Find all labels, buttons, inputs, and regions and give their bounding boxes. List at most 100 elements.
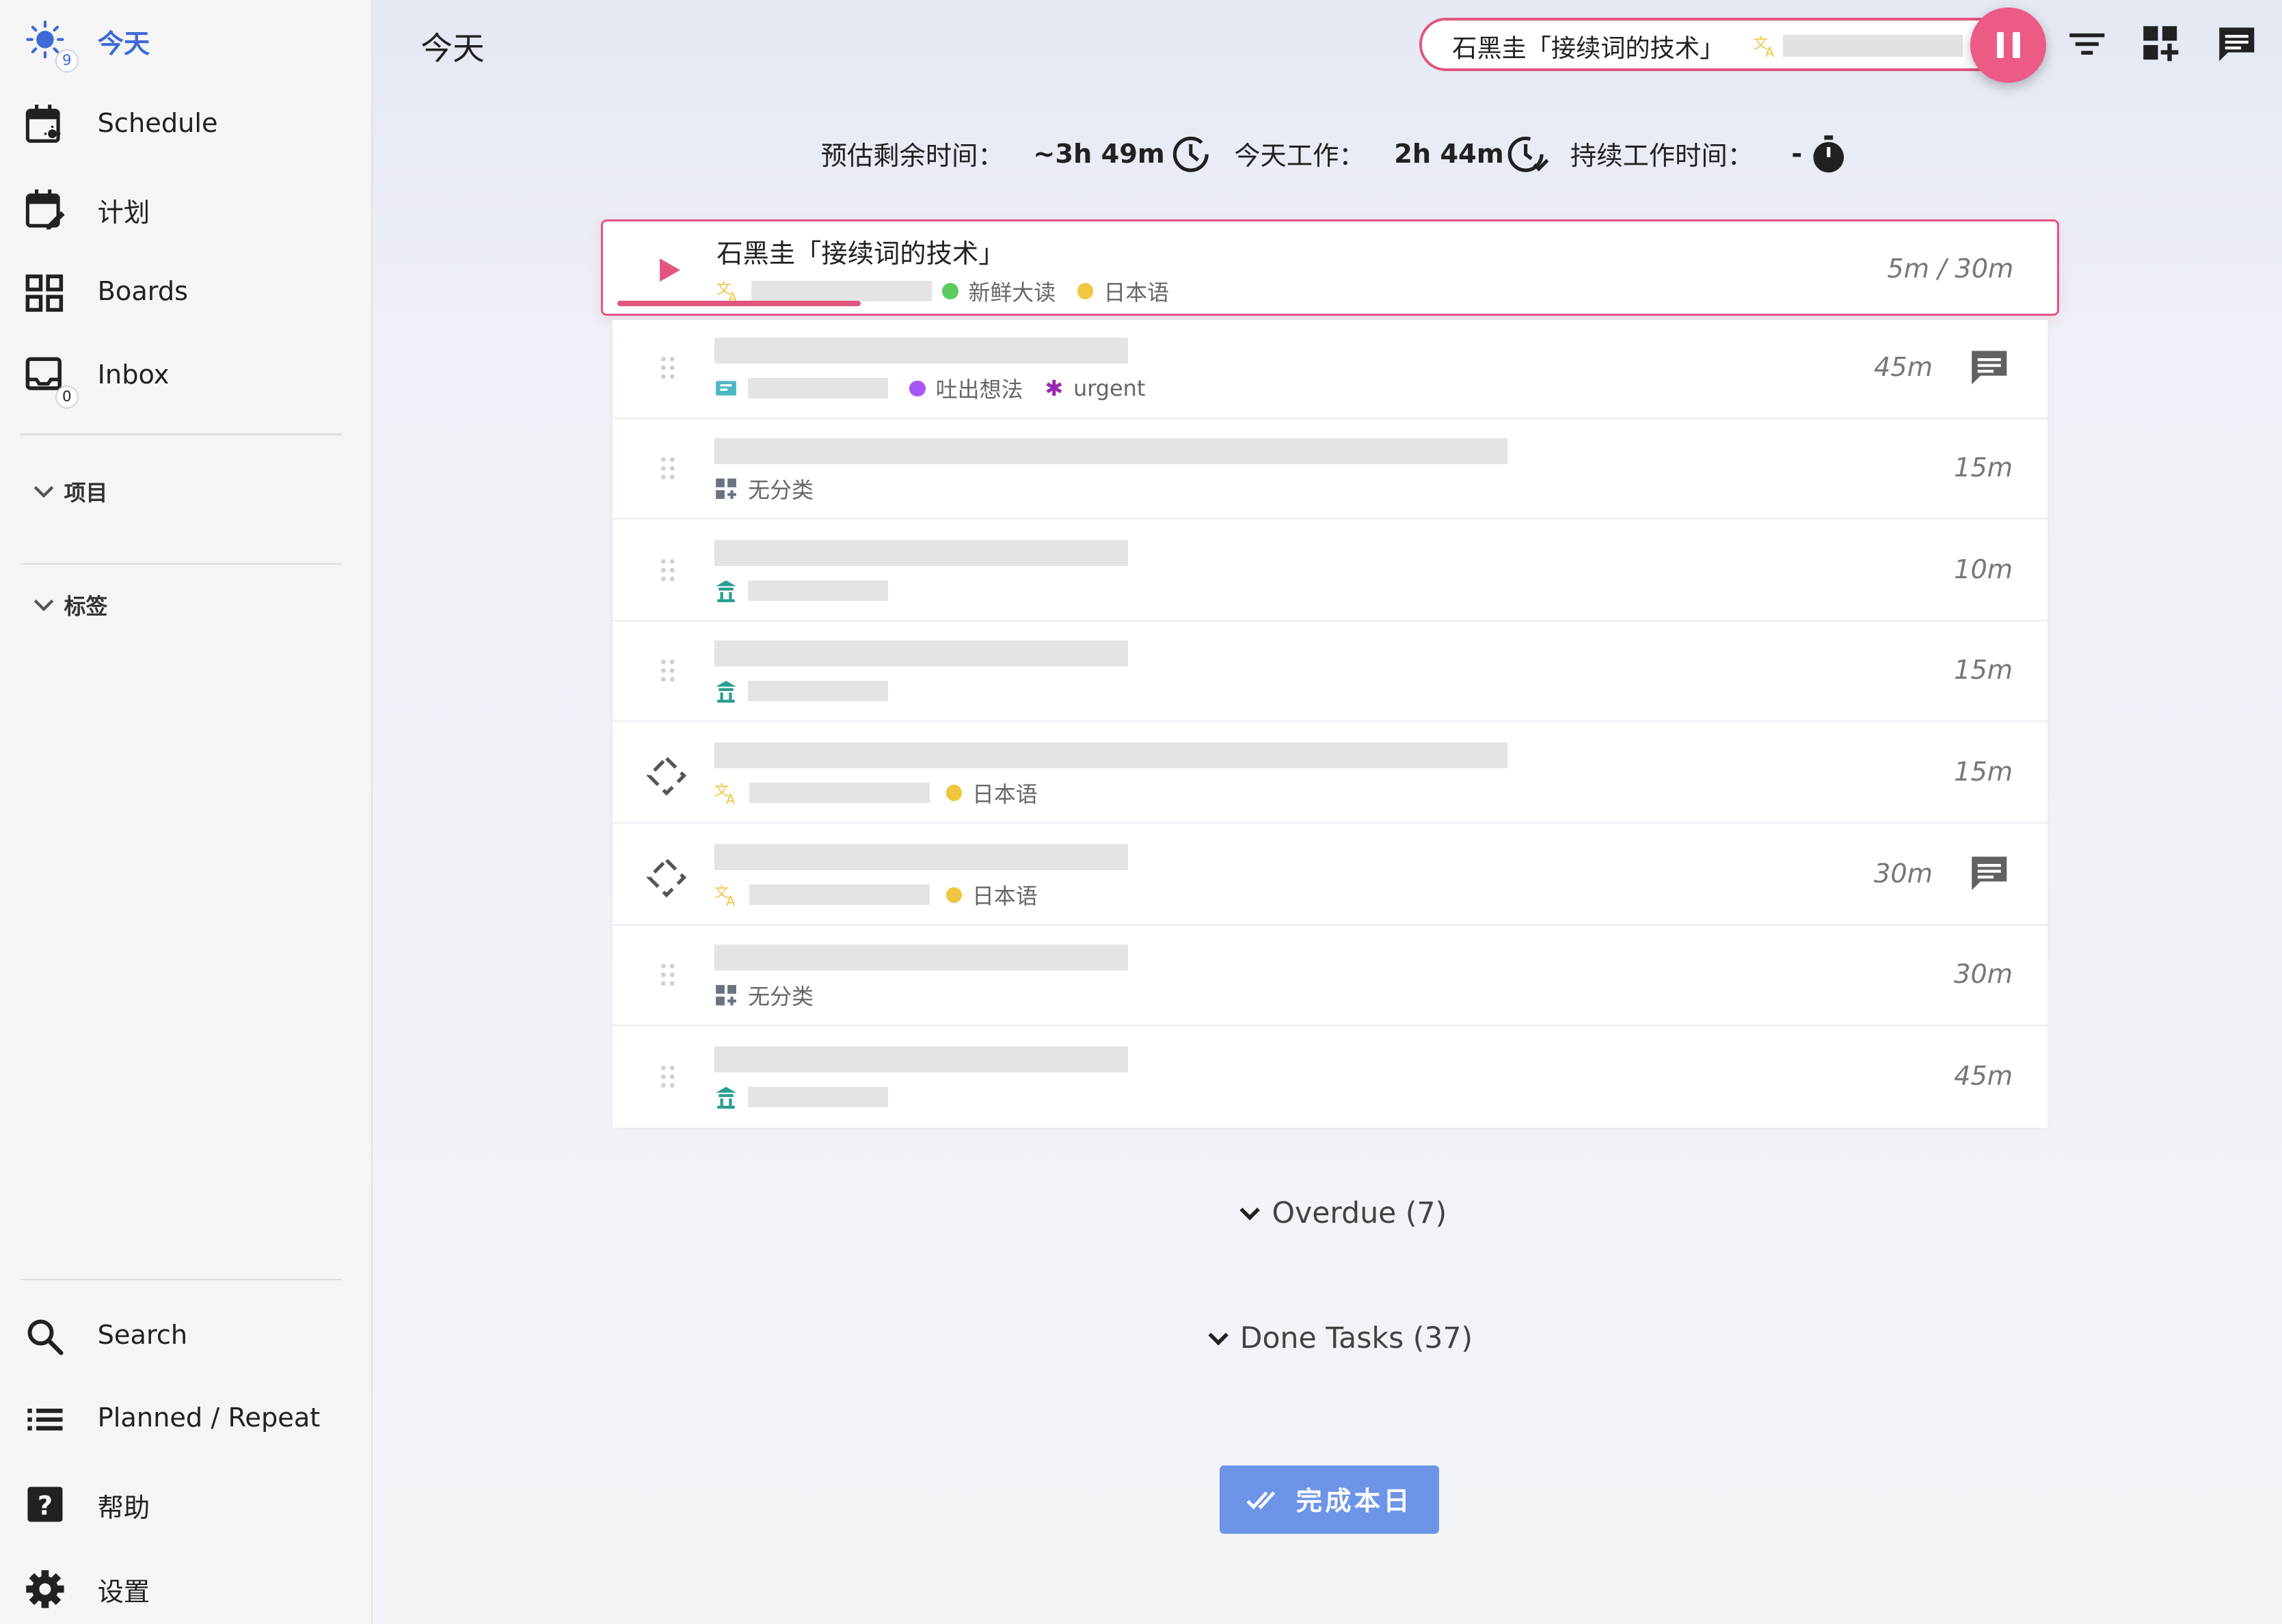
uncategorized-icon (716, 478, 737, 500)
drag-handle-icon[interactable] (659, 557, 677, 583)
project-label (749, 884, 930, 906)
drag-handle-icon[interactable] (659, 658, 677, 684)
note-icon[interactable] (1969, 852, 2010, 893)
current-task-row[interactable]: 石黑圭「接续词的技术」 文 A 新鲜大读 日本语 5m / 30m (601, 219, 2060, 316)
sidebar-item-settings[interactable]: 设置 (0, 1558, 373, 1616)
remaining-time-stat: 预估剩余时间： ~3h 49m (821, 134, 1211, 175)
worked-today-stat: 今天工作： 2h 44m (1234, 134, 1551, 175)
double-check-icon (1246, 1491, 1276, 1509)
done-tasks-toggle[interactable]: Done Tasks (37) (1205, 1321, 1473, 1355)
tag-label: urgent (1073, 375, 1146, 402)
task-time: 15m (1954, 756, 2013, 787)
tag-dot (1077, 283, 1094, 299)
tag-dot (909, 380, 926, 397)
tag-label: 日本语 (1103, 280, 1170, 306)
drag-handle-icon[interactable] (659, 1064, 677, 1090)
task-row[interactable]: 无分类 15m (613, 420, 2048, 519)
sidebar-section-tags[interactable]: 标签 (32, 589, 107, 621)
timer-icon (1813, 135, 1844, 173)
task-row[interactable]: 10m (613, 522, 2048, 621)
notes-icon[interactable] (2216, 23, 2257, 64)
sidebar-item-label: 设置 (97, 1577, 150, 1608)
task-title (714, 944, 1128, 971)
translate-icon: 文 A (1754, 35, 1774, 58)
sidebar-section-projects[interactable]: 项目 (32, 476, 108, 507)
remaining-time-value: ~3h 49m (1033, 139, 1165, 170)
tag-label: 无分类 (748, 477, 814, 504)
tag-dot (945, 887, 963, 903)
sidebar-item-help[interactable]: ? 帮助 (0, 1474, 373, 1532)
sidebar-divider (20, 433, 343, 435)
sidebar-item-planned-repeat[interactable]: Planned / Repeat (0, 1390, 373, 1448)
help-icon: ? (27, 1487, 63, 1522)
task-title (714, 843, 1128, 870)
history-icon (1173, 136, 1209, 172)
section-label: 项目 (64, 480, 108, 506)
drag-handle-icon[interactable] (659, 962, 677, 988)
continuous-work-value: - (1791, 139, 1803, 170)
tag-label: 新鲜大读 (968, 280, 1056, 306)
repeat-icon (646, 857, 687, 897)
sidebar-item-schedule[interactable]: Schedule (0, 94, 373, 152)
project-icon (716, 381, 737, 396)
task-time: 10m (1954, 554, 2013, 586)
svg-text:A: A (726, 791, 735, 805)
translate-icon: 文 A (716, 280, 737, 303)
translate-icon: 文 A (714, 782, 735, 805)
task-time: 30m (1954, 958, 2013, 990)
chevron-down-icon (1208, 1332, 1229, 1346)
sidebar-item-plan[interactable]: 计划 (0, 179, 373, 237)
temple-icon (716, 580, 737, 603)
current-task-title: 石黑圭「接续词的技术」 (716, 239, 1005, 270)
play-icon[interactable] (658, 257, 682, 283)
task-title (714, 742, 1508, 768)
overdue-label: Overdue (7) (1272, 1195, 1447, 1230)
filter-icon[interactable] (2067, 23, 2108, 64)
task-row[interactable]: 吐出想法 ✱ urgent 45m (613, 320, 2048, 420)
add-widget-icon[interactable] (2140, 23, 2182, 64)
task-row[interactable]: 无分类 30m (613, 927, 2048, 1026)
sidebar-item-label: Inbox (97, 359, 170, 390)
project-label (749, 783, 930, 804)
inbox-count-badge: 0 (55, 385, 79, 409)
svg-text:?: ? (38, 1491, 53, 1521)
repeat-icon (646, 755, 687, 796)
continuous-work-stat: 持续工作时间： - (1570, 134, 1849, 175)
drag-handle-icon[interactable] (659, 355, 677, 381)
sidebar-item-label: Schedule (97, 107, 218, 139)
today-count-badge: 9 (55, 49, 79, 73)
sidebar-item-boards[interactable]: Boards (0, 263, 373, 321)
sidebar-item-label: 今天 (97, 29, 150, 60)
remaining-time-label: 预估剩余时间： (820, 141, 1004, 172)
overdue-toggle[interactable]: Overdue (7) (1237, 1196, 1447, 1230)
uncategorized-icon (716, 985, 737, 1005)
pause-icon (2013, 31, 2020, 59)
tag-label: 日本语 (971, 781, 1038, 808)
tag-label: 日本语 (971, 883, 1038, 910)
task-row[interactable]: 文 A 日本语 30m (613, 826, 2048, 925)
sidebar-item-inbox[interactable]: 0 Inbox (0, 347, 373, 409)
sidebar-item-search[interactable]: Search (0, 1307, 373, 1365)
task-progress-bar (617, 300, 861, 307)
sidebar-item-label: Boards (97, 276, 189, 308)
sidebar-item-today[interactable]: 9 今天 (0, 10, 373, 73)
task-title (714, 640, 1128, 666)
pause-button[interactable] (1970, 7, 2047, 83)
sidebar-item-label: 计划 (97, 197, 150, 228)
task-time: 15m (1954, 654, 2013, 686)
gear-icon (26, 1569, 64, 1608)
task-row[interactable]: 文 A 日本语 15m (613, 725, 2048, 824)
finish-day-button[interactable]: 完成本日 (1219, 1465, 1440, 1534)
task-title (714, 1046, 1128, 1072)
note-icon[interactable] (1969, 347, 2010, 388)
current-task-pill[interactable]: 石黑圭「接续词的技术」 文 A (1419, 17, 2037, 72)
task-row[interactable]: 15m (613, 623, 2048, 722)
task-row[interactable]: 45m (613, 1029, 2048, 1128)
drag-handle-icon[interactable] (659, 455, 677, 481)
tag-label: 无分类 (748, 984, 814, 1010)
asterisk-icon: ✱ (1045, 375, 1064, 402)
project-label (751, 281, 932, 302)
task-title (714, 539, 1128, 567)
finish-day-label: 完成本日 (1296, 1486, 1412, 1517)
temple-icon (716, 1087, 737, 1109)
